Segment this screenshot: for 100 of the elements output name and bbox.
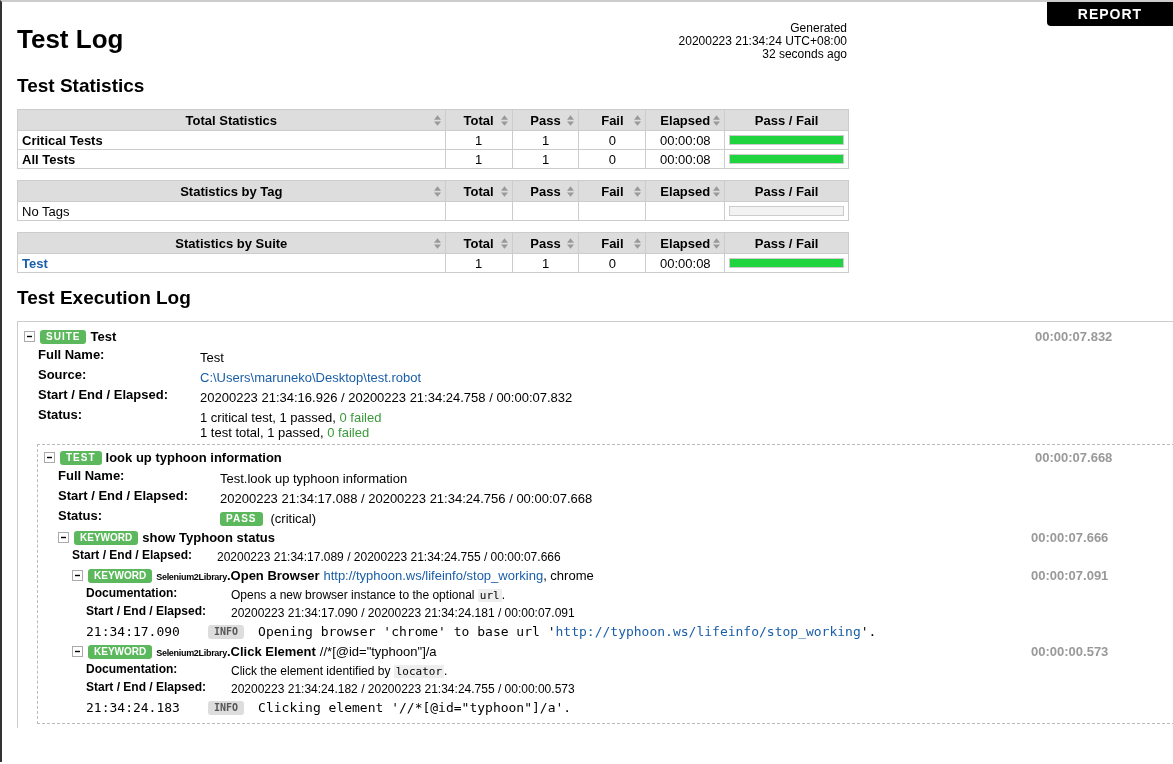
column-header[interactable]: Fail — [578, 232, 646, 254]
message-time: 21:34:17.090 — [86, 624, 181, 639]
element-title: look up typhoon information — [105, 450, 282, 465]
field-value: Click the element identified by locator . — [231, 663, 448, 678]
field-value: 20200223 21:34:24.182 / 20200223 21:34:24.755 / 00:00:00.573 — [231, 681, 575, 696]
elapsed-time: 00:00:08 — [660, 132, 711, 148]
sort-icon[interactable] — [713, 186, 721, 197]
link[interactable]: C:\Users\maruneko\Desktop\test.robot — [200, 370, 422, 385]
field-value: 1 critical test, 1 passed, 0 failed 1 test total, 1 passed, 0 failed — [200, 409, 382, 440]
collapse-icon[interactable] — [72, 570, 83, 581]
elapsed-time: 00:00:08 — [660, 255, 711, 271]
element-title: Selenium2Library.Open Browser http://typhoon.ws/lifeinfo/stop_working, chrome — [156, 568, 594, 583]
generated-info: 20200223 21:34:24 UTC+08:00 — [678, 35, 847, 48]
sort-icon[interactable] — [433, 115, 441, 126]
sort-icon[interactable] — [713, 115, 721, 126]
type-badge: TEST — [60, 450, 102, 465]
column-header[interactable]: Total — [445, 109, 513, 131]
message-text: Opening browser 'chrome' to base url 'http://typhoon.ws/lifeinfo/stop_working'. — [258, 624, 877, 639]
field-value: 20200223 21:34:17.089 / 20200223 21:34:24.755 / 00:00:07.666 — [217, 549, 561, 564]
total-count: 1 — [475, 132, 483, 148]
sort-icon[interactable] — [433, 186, 441, 197]
column-header[interactable]: Fail — [578, 109, 646, 131]
column-header[interactable]: Total — [445, 232, 513, 254]
sort-icon[interactable] — [500, 186, 508, 197]
sort-icon[interactable] — [713, 238, 721, 249]
level-badge: INFO — [208, 700, 245, 715]
type-badge: KEYWORD — [88, 644, 153, 659]
column-header[interactable]: Pass — [512, 232, 579, 254]
field-value: Test.look up typhoon information — [220, 470, 408, 486]
collapse-icon[interactable] — [72, 646, 83, 657]
field-label: Start / End / Elapsed: — [86, 680, 208, 696]
field-value: Opens a new browser instance to the optional url . — [231, 587, 506, 602]
report-link[interactable]: REPORT — [1047, 2, 1173, 26]
elapsed-time: 00:00:07.666 — [1031, 530, 1110, 545]
column-header[interactable]: Pass / Fail — [724, 232, 849, 254]
sort-icon[interactable] — [567, 115, 575, 126]
element-title: show Typhoon status — [142, 530, 275, 545]
column-header[interactable]: Elapsed — [645, 180, 725, 202]
column-header[interactable]: Total Statistics — [17, 109, 446, 131]
pass-count: 1 — [541, 151, 550, 167]
status-badge: PASS — [220, 511, 263, 526]
generated-info: Generated — [789, 22, 847, 35]
generated-info: 32 seconds ago — [761, 48, 847, 61]
field-label: Full Name: — [38, 347, 106, 364]
column-header[interactable]: Total — [445, 180, 513, 202]
column-header[interactable]: Pass — [512, 109, 579, 131]
elapsed-time: 00:00:07.668 — [1035, 450, 1114, 465]
field-label: Start / End / Elapsed: — [72, 548, 194, 564]
column-header[interactable]: Statistics by Tag — [17, 180, 446, 202]
column-header[interactable]: Statistics by Suite — [17, 232, 446, 254]
column-header[interactable]: Elapsed — [645, 232, 725, 254]
column-header[interactable]: Pass / Fail — [724, 180, 849, 202]
element-title: Selenium2Library.Click Element //*[@id="typhoon"]/a — [156, 644, 437, 659]
elapsed-time: 00:00:07.091 — [1031, 568, 1110, 583]
collapse-icon[interactable] — [58, 532, 69, 543]
total-count: 1 — [475, 255, 483, 271]
section-heading: Test Statistics — [17, 75, 146, 97]
fail-count: 0 — [608, 151, 616, 167]
sort-icon[interactable] — [567, 186, 575, 197]
sort-icon[interactable] — [500, 115, 508, 126]
field-label: Start / End / Elapsed: — [58, 488, 190, 505]
message-text: Clicking element '//*[@id="typhoon"]/a'. — [258, 700, 572, 715]
field-label: Start / End / Elapsed: — [86, 604, 208, 620]
collapse-icon[interactable] — [44, 452, 55, 463]
sort-icon[interactable] — [567, 238, 575, 249]
message-time: 21:34:24.183 — [86, 700, 181, 715]
fail-count: 0 — [608, 255, 616, 271]
column-header[interactable]: Elapsed — [645, 109, 725, 131]
type-badge: KEYWORD — [88, 568, 153, 583]
element-title: Test — [90, 329, 117, 344]
type-badge: KEYWORD — [74, 530, 139, 545]
type-badge: SUITE — [40, 329, 87, 344]
suite-link[interactable]: Test — [22, 255, 48, 271]
sort-icon[interactable] — [634, 115, 642, 126]
column-header[interactable]: Fail — [578, 180, 646, 202]
elapsed-time: 00:00:00.573 — [1031, 644, 1110, 659]
column-header[interactable]: Pass / Fail — [724, 109, 849, 131]
total-count: 1 — [475, 151, 483, 167]
column-header[interactable]: Pass — [512, 180, 579, 202]
sort-icon[interactable] — [634, 186, 642, 197]
level-badge: INFO — [208, 624, 245, 639]
sort-icon[interactable] — [433, 238, 441, 249]
field-label: Status: — [58, 508, 104, 525]
field-label: Source: — [38, 367, 88, 384]
link[interactable]: http://typhoon.ws/lifeinfo/stop_working — [555, 624, 861, 639]
elapsed-time: 00:00:07.832 — [1035, 329, 1114, 344]
field-value: 20200223 21:34:17.090 / 20200223 21:34:24.181 / 00:00:07.091 — [231, 605, 575, 620]
fail-count: 0 — [608, 132, 616, 148]
row-label: No Tags — [22, 203, 70, 219]
pass-count: 1 — [541, 255, 550, 271]
sort-icon[interactable] — [634, 238, 642, 249]
field-text: (critical) — [270, 511, 316, 526]
collapse-icon[interactable] — [24, 331, 35, 342]
elapsed-time: 00:00:08 — [660, 151, 711, 167]
field-label: Documentation: — [86, 662, 179, 678]
row-label: All Tests — [22, 151, 76, 167]
field-value: 20200223 21:34:17.088 / 20200223 21:34:24.756 / 00:00:07.668 — [220, 490, 593, 506]
sort-icon[interactable] — [500, 238, 508, 249]
field-label: Status: — [38, 407, 84, 424]
pass-count: 1 — [541, 132, 550, 148]
